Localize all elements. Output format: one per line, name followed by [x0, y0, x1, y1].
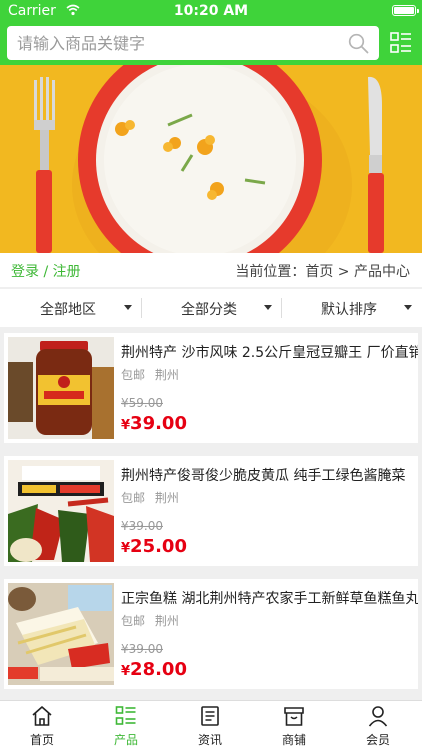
region-tag: 荆州 [154, 491, 179, 505]
tab-label: 产品 [113, 733, 138, 747]
search-header [0, 22, 422, 65]
search-icon[interactable] [348, 33, 369, 54]
filter-label: 默认排序 [321, 302, 377, 318]
filter-label: 全部地区 [40, 302, 96, 318]
news-icon [201, 706, 219, 726]
original-price: ¥59.00 [121, 396, 163, 410]
banner-image[interactable] [0, 65, 422, 253]
shipping-tag: 包邮 [121, 368, 146, 382]
product-card[interactable]: 正宗鱼糕 湖北荆州特产农家手工新鲜草鱼糕鱼丸 包邮 荆州 ¥39.00 ¥28.… [4, 579, 418, 689]
filter-bar: 全部地区 全部分类 默认排序 [0, 289, 422, 327]
shipping-tag: 包邮 [121, 614, 146, 628]
original-price: ¥39.00 [121, 642, 163, 656]
product-meta: 包邮 荆州 [121, 489, 185, 506]
product-title[interactable]: 荆州特产 沙市风味 2.5公斤皇冠豆瓣王 厂价直销 [121, 342, 418, 362]
filter-region-dropdown[interactable]: 全部地区 [0, 289, 140, 327]
grid-list-icon [115, 706, 136, 725]
tab-products[interactable]: 产品 [84, 701, 168, 750]
bottom-tab-bar: 首页 产品 资讯 商铺 会员 [0, 700, 422, 750]
product-title[interactable]: 正宗鱼糕 湖北荆州特产农家手工新鲜草鱼糕鱼丸 [121, 588, 418, 608]
tab-shops[interactable]: 商铺 [252, 701, 336, 750]
clock: 10:20 AM [173, 3, 249, 19]
tab-label: 资讯 [197, 733, 222, 747]
product-card[interactable]: 荆州特产 沙市风味 2.5公斤皇冠豆瓣王 厂价直销 包邮 荆州 ¥59.00 ¥… [4, 333, 418, 443]
sale-price: ¥28.00 [121, 659, 187, 680]
battery-icon [392, 5, 419, 16]
breadcrumb: 当前位置：首页 > 产品中心 [235, 264, 410, 280]
price-value: 28.00 [130, 659, 187, 680]
login-register-link[interactable]: 登录 / 注册 [11, 261, 81, 281]
product-meta: 包邮 荆州 [121, 612, 185, 629]
price-value: 39.00 [130, 413, 187, 434]
tab-label: 商铺 [281, 733, 306, 747]
filter-label: 全部分类 [181, 302, 237, 318]
filter-category-dropdown[interactable]: 全部分类 [142, 289, 282, 327]
product-card[interactable]: 荆州特产俊哥俊少脆皮黄瓜 纯手工绿色酱腌菜 包邮 荆州 ¥39.00 ¥25.0… [4, 456, 418, 566]
currency-symbol: ¥ [121, 664, 131, 679]
filter-sort-dropdown[interactable]: 默认排序 [282, 289, 422, 327]
category-menu-icon[interactable] [390, 31, 412, 55]
tab-label: 首页 [29, 733, 54, 747]
product-title[interactable]: 荆州特产俊哥俊少脆皮黄瓜 纯手工绿色酱腌菜 [121, 465, 418, 485]
price-value: 25.00 [130, 536, 187, 557]
caret-down-icon [124, 305, 132, 310]
sale-price: ¥25.00 [121, 536, 187, 557]
caret-down-icon [264, 305, 272, 310]
currency-symbol: ¥ [121, 418, 131, 433]
sale-price: ¥39.00 [121, 413, 187, 434]
home-icon [32, 706, 52, 726]
product-image [8, 460, 114, 562]
plate-illustration [0, 65, 422, 253]
shop-icon [284, 707, 304, 726]
tab-home[interactable]: 首页 [0, 701, 84, 750]
status-bar: Carrier 10:20 AM [0, 0, 422, 22]
product-image [8, 337, 114, 439]
user-icon [368, 706, 388, 727]
currency-symbol: ¥ [121, 541, 131, 556]
shipping-tag: 包邮 [121, 491, 146, 505]
tab-label: 会员 [365, 733, 390, 747]
product-meta: 包邮 荆州 [121, 366, 185, 383]
tab-member[interactable]: 会员 [336, 701, 420, 750]
caret-down-icon [404, 305, 412, 310]
search-box [7, 26, 379, 60]
product-image [8, 583, 114, 685]
tab-news[interactable]: 资讯 [168, 701, 252, 750]
region-tag: 荆州 [154, 368, 179, 382]
region-tag: 荆州 [154, 614, 179, 628]
search-input[interactable] [17, 26, 337, 60]
login-breadcrumb-bar: 登录 / 注册 当前位置：首页 > 产品中心 [0, 253, 422, 287]
original-price: ¥39.00 [121, 519, 163, 533]
